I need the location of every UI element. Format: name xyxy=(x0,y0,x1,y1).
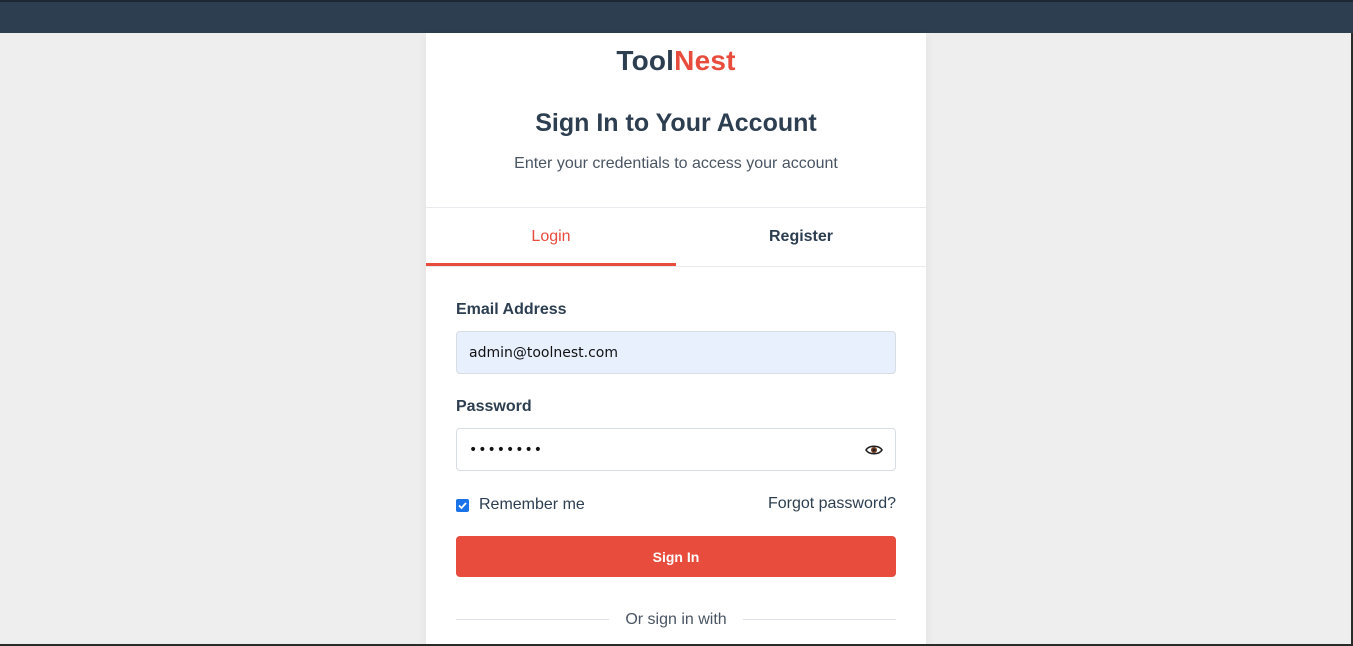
forgot-password-link[interactable]: Forgot password? xyxy=(768,495,896,513)
alt-signin-label: Or sign in with xyxy=(625,611,727,628)
remember-checkbox[interactable] xyxy=(456,498,469,512)
sign-in-button[interactable]: Sign In xyxy=(456,536,896,577)
active-tab-indicator xyxy=(426,263,676,266)
password-label: Password xyxy=(456,398,532,415)
remember-me: Remember me xyxy=(456,495,585,515)
top-bar xyxy=(0,0,1353,33)
logo-text-primary: Tool xyxy=(616,45,675,76)
logo: ToolNest xyxy=(426,45,926,77)
checkmark-icon xyxy=(458,501,467,509)
auth-tabs: Login Register xyxy=(426,208,926,267)
password-field[interactable] xyxy=(456,428,896,471)
remember-label: Remember me xyxy=(479,496,585,513)
tab-register[interactable]: Register xyxy=(676,208,926,266)
eye-icon[interactable] xyxy=(865,442,883,458)
divider-right xyxy=(743,619,896,620)
page-subtitle: Enter your credentials to access your ac… xyxy=(514,155,838,172)
logo-text-accent: Nest xyxy=(674,45,736,76)
page-title: Sign In to Your Account xyxy=(535,109,817,137)
tab-login[interactable]: Login xyxy=(426,208,676,266)
email-label: Email Address xyxy=(456,301,567,318)
email-field[interactable] xyxy=(456,331,896,374)
signin-card: ToolNest Sign In to Your Account Enter y… xyxy=(426,33,926,646)
